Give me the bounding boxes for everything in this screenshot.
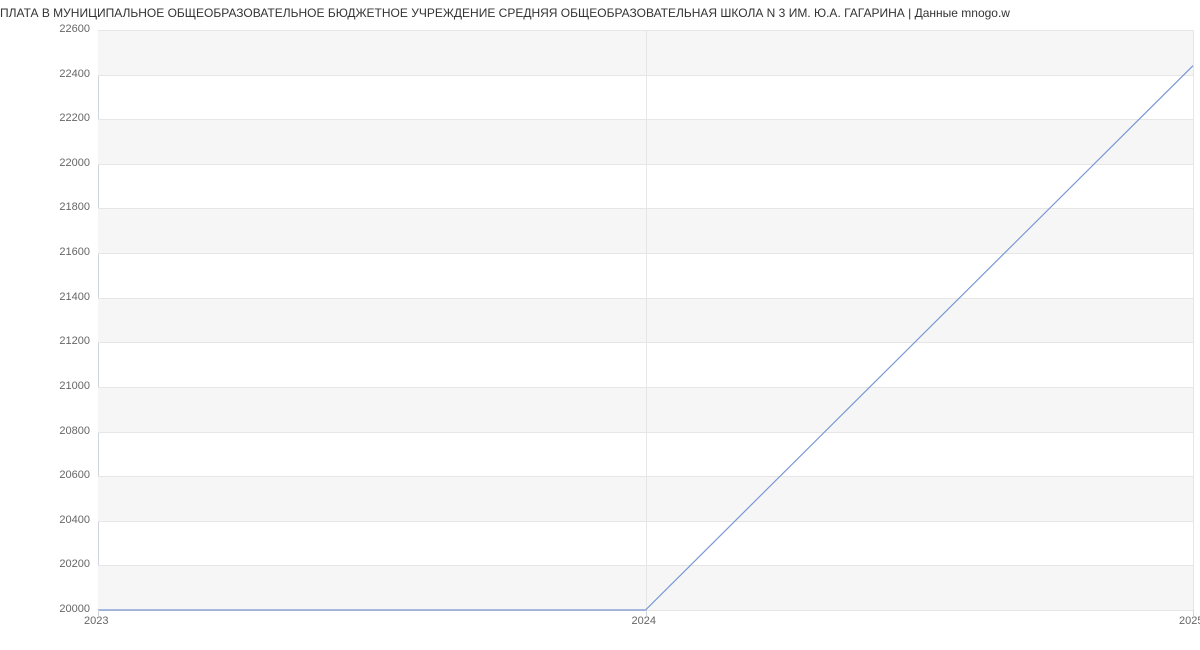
y-tick-label: 22400 [10, 69, 90, 80]
y-tick-label: 22200 [10, 113, 90, 124]
y-tick-label: 20800 [10, 426, 90, 437]
y-tick-label: 21000 [10, 381, 90, 392]
x-tick-label: 2025 [1179, 616, 1200, 627]
chart-container: { "title": "ПЛАТА В МУНИЦИПАЛЬНОЕ ОБЩЕОБ… [0, 0, 1200, 650]
plot-area [98, 30, 1193, 610]
chart-title: ПЛАТА В МУНИЦИПАЛЬНОЕ ОБЩЕОБРАЗОВАТЕЛЬНО… [0, 0, 1200, 24]
grid-vline [1193, 30, 1194, 610]
x-tick-label: 2024 [632, 616, 656, 627]
y-tick-label: 22600 [10, 24, 90, 35]
data-line [98, 30, 1193, 610]
y-tick-label: 22000 [10, 158, 90, 169]
y-tick-label: 21400 [10, 292, 90, 303]
y-tick-label: 20400 [10, 515, 90, 526]
y-tick-label: 21200 [10, 336, 90, 347]
y-tick-label: 21800 [10, 202, 90, 213]
y-tick-label: 20600 [10, 470, 90, 481]
y-tick-label: 21600 [10, 247, 90, 258]
x-tick-label: 2023 [84, 616, 108, 627]
x-tick-mark [1193, 610, 1194, 616]
x-tick-mark [646, 610, 647, 616]
y-tick-label: 20000 [10, 604, 90, 615]
x-tick-mark [98, 610, 99, 616]
y-tick-label: 20200 [10, 559, 90, 570]
